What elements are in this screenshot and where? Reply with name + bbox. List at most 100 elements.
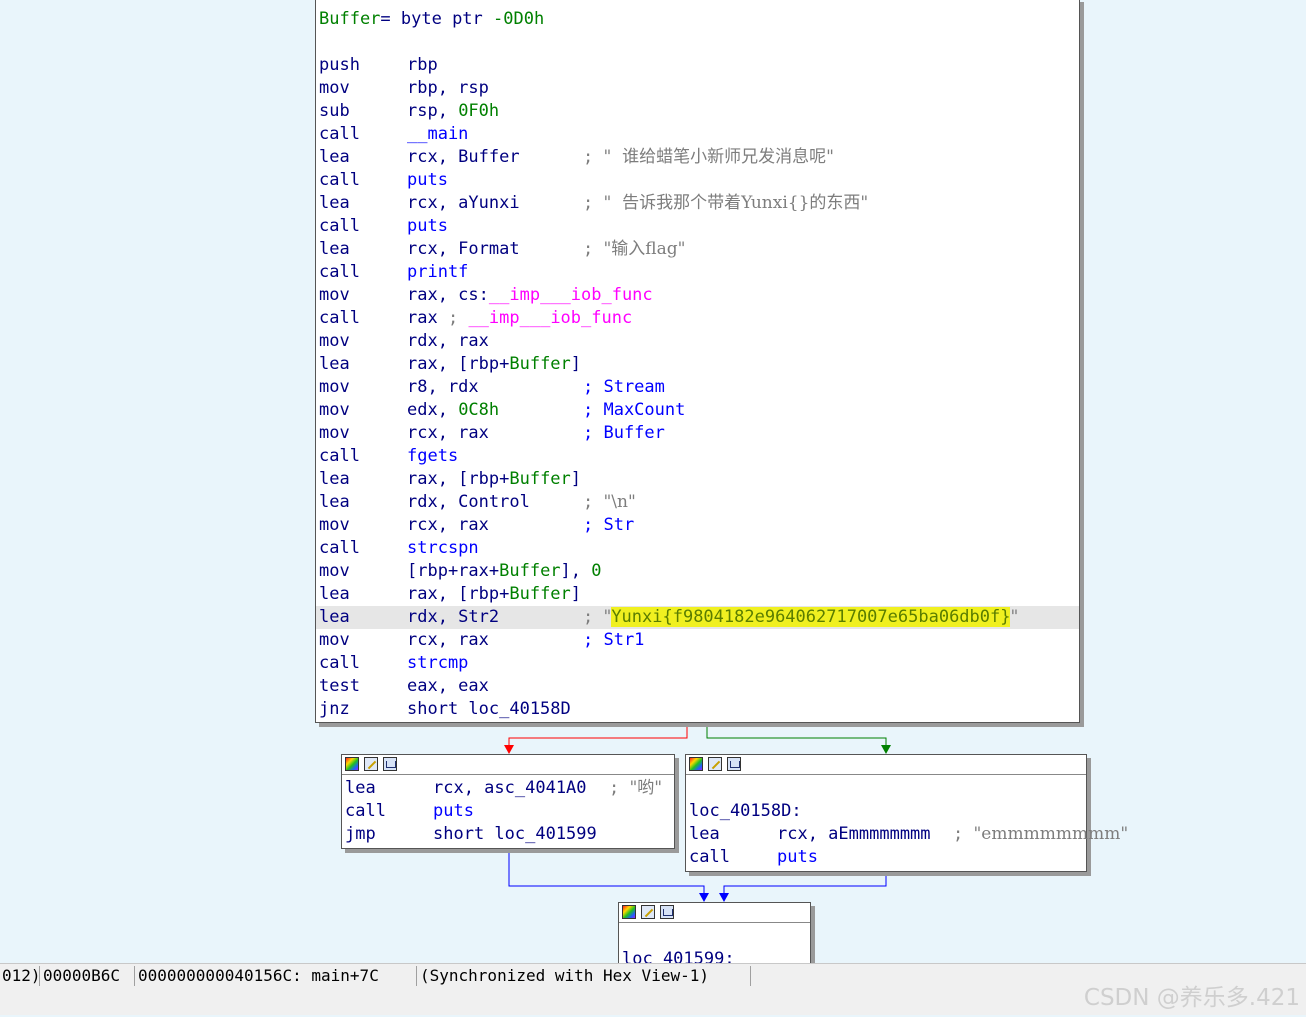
instruction-line[interactable]: lea rdx, Control; "\n" xyxy=(316,491,1079,514)
comment-text: "\n" xyxy=(603,492,636,512)
operand-text: rdx, Control xyxy=(407,492,530,512)
operands: rcx, aEmmmmmmmm xyxy=(777,823,931,846)
mnemonic: jnz xyxy=(319,699,350,719)
edit-pen-icon[interactable] xyxy=(708,757,722,771)
symbol-reference[interactable]: strcspn xyxy=(407,538,479,558)
symbol-reference[interactable]: Buffer xyxy=(509,584,570,604)
mnemonic: mov xyxy=(319,331,350,351)
graph-view-icon[interactable] xyxy=(660,905,674,919)
instruction-line[interactable]: call puts xyxy=(342,800,674,823)
instruction-line[interactable]: lea rcx, asc_4041A0; "哟" xyxy=(342,777,674,800)
instruction-line[interactable]: lea rcx, Buffer; " 谁给蜡笔小新师兄发消息呢" xyxy=(316,146,1079,169)
node-toolbar xyxy=(686,755,1086,775)
symbol-reference[interactable]: __main xyxy=(407,124,468,144)
instruction-line[interactable]: call strcmp xyxy=(316,652,1079,675)
buffer-declaration[interactable]: Buffer= byte ptr -0D0h xyxy=(316,8,1079,31)
instruction-line[interactable]: mov r8, rdx ; Stream xyxy=(316,376,1079,399)
symbol-reference[interactable]: __imp___iob_func xyxy=(468,308,632,328)
operands: rbp, rsp xyxy=(407,77,489,100)
highlighted-flag-string[interactable]: Yunxi{f9804182e964062717007e65ba06db0f} xyxy=(611,607,1011,627)
mnemonic: sub xyxy=(319,101,350,121)
comment: ; Stream xyxy=(583,376,665,399)
instruction-line[interactable]: lea rcx, aEmmmmmmmm; "emmmmmmmm" xyxy=(686,823,1128,846)
instruction-line[interactable]: call rax ; __imp___iob_func xyxy=(316,307,1079,330)
operand-text: rcx, Buffer xyxy=(407,147,520,167)
loc-label-line[interactable]: loc_40158D: xyxy=(686,800,1086,823)
operand-text: [rbp+rax+ xyxy=(407,561,500,581)
instruction-line[interactable]: call strcspn xyxy=(316,537,1079,560)
color-palette-icon[interactable] xyxy=(345,757,359,771)
comment-text: ; Str xyxy=(583,515,635,535)
edit-pen-icon[interactable] xyxy=(641,905,655,919)
instruction-line[interactable]: call puts xyxy=(316,215,1079,238)
instruction-line[interactable]: mov [rbp+rax+Buffer], 0 xyxy=(316,560,1079,583)
operand-text: r8, rdx xyxy=(407,377,479,397)
instruction-line[interactable]: push rbp xyxy=(316,54,1079,77)
left-code-block[interactable]: lea rcx, asc_4041A0; "哟" call puts jmp short … xyxy=(341,754,675,849)
instruction-line[interactable]: sub rsp, 0F0h xyxy=(316,100,1079,123)
instruction-line[interactable]: call printf xyxy=(316,261,1079,284)
instruction-line[interactable]: call fgets xyxy=(316,445,1079,468)
mnemonic: lea xyxy=(319,469,350,489)
operand-text: rcx, Format xyxy=(407,239,520,259)
instruction-line[interactable]: test eax, eax xyxy=(316,675,1079,698)
instruction-line[interactable]: lea rcx, Format; "输入flag" xyxy=(316,238,1079,261)
comment-text: " xyxy=(1010,607,1019,627)
var-offset: -0D0h xyxy=(493,9,545,29)
operands: rax ; __imp___iob_func xyxy=(407,307,632,330)
instruction-line[interactable]: mov rbp, rsp xyxy=(316,77,1079,100)
instruction-line[interactable]: call puts xyxy=(316,169,1079,192)
symbol-reference[interactable]: Buffer xyxy=(509,354,570,374)
instruction-line[interactable]: mov rdx, rax xyxy=(316,330,1079,353)
loc-label[interactable]: loc_40158D: xyxy=(689,800,802,823)
symbol-reference[interactable]: Buffer xyxy=(499,561,560,581)
instruction-line[interactable]: mov rcx, rax ; Buffer xyxy=(316,422,1079,445)
status-cell-file-offset: 00000B6C xyxy=(43,966,121,985)
graph-view-icon[interactable] xyxy=(727,757,741,771)
operands: __main xyxy=(407,123,468,146)
symbol-reference[interactable]: Buffer xyxy=(509,469,570,489)
instruction-line[interactable]: call puts xyxy=(686,846,1086,869)
graph-view-icon[interactable] xyxy=(383,757,397,771)
main-code-block[interactable]: Buffer= byte ptr -0D0h push rbp mov rbp, rs… xyxy=(315,0,1080,723)
instruction-line[interactable]: mov rcx, rax ; Str1 xyxy=(316,629,1079,652)
color-palette-icon[interactable] xyxy=(622,905,636,919)
comment-text: " 谁给蜡笔小新师兄发消息呢" xyxy=(603,147,834,167)
symbol-reference[interactable]: puts xyxy=(407,216,448,236)
mnemonic: lea xyxy=(319,607,350,627)
comment: ; MaxCount xyxy=(583,399,685,422)
instruction-line[interactable]: jmp short loc_401599 xyxy=(342,823,674,846)
var-type: = byte ptr xyxy=(380,9,494,29)
symbol-reference[interactable]: puts xyxy=(777,847,818,867)
symbol-reference[interactable]: fgets xyxy=(407,446,458,466)
instruction-line[interactable]: jnz short loc_40158D xyxy=(316,698,1079,721)
symbol-reference[interactable]: puts xyxy=(433,801,474,821)
instruction-line[interactable]: lea rax, [rbp+Buffer] xyxy=(316,468,1079,491)
operand-text: rbp xyxy=(407,55,438,75)
operands: edx, 0C8h xyxy=(407,399,499,422)
symbol-reference[interactable]: printf xyxy=(407,262,468,282)
right-code-block[interactable]: loc_40158D: lea rcx, aEmmmmmmmm; "emmmmmm… xyxy=(685,754,1128,872)
instruction-line[interactable]: lea rcx, aYunxi; " 告诉我那个带着Yunxi{}的东西" xyxy=(316,192,1079,215)
mnemonic: mov xyxy=(319,78,350,98)
instruction-line[interactable]: mov rax, cs:__imp___iob_func xyxy=(316,284,1079,307)
instruction-line[interactable]: lea rax, [rbp+Buffer] xyxy=(316,583,1079,606)
comment: ; " 谁给蜡笔小新师兄发消息呢" xyxy=(583,146,834,169)
instruction-line[interactable]: mov rcx, rax ; Str xyxy=(316,514,1079,537)
instruction-line[interactable]: mov edx, 0C8h ; MaxCount xyxy=(316,399,1079,422)
edit-pen-icon[interactable] xyxy=(364,757,378,771)
instruction-line[interactable]: lea rax, [rbp+Buffer] xyxy=(316,353,1079,376)
symbol-reference[interactable]: puts xyxy=(407,170,448,190)
mnemonic: call xyxy=(319,653,360,673)
operands: rdx, rax xyxy=(407,330,489,353)
mnemonic: call xyxy=(319,446,360,466)
var-name[interactable]: Buffer xyxy=(319,9,380,29)
instruction-line[interactable]: call __main xyxy=(316,123,1079,146)
symbol-reference[interactable]: strcmp xyxy=(407,653,468,673)
edge-left-to-bottom xyxy=(508,848,705,896)
operand-text: 0F0h xyxy=(458,101,500,121)
color-palette-icon[interactable] xyxy=(689,757,703,771)
mnemonic: jmp xyxy=(345,824,376,844)
symbol-reference[interactable]: __imp___iob_func xyxy=(489,285,653,305)
instruction-line[interactable]: lea rdx, Str2; "Yunxi{f9804182e9640627170… xyxy=(316,606,1079,629)
